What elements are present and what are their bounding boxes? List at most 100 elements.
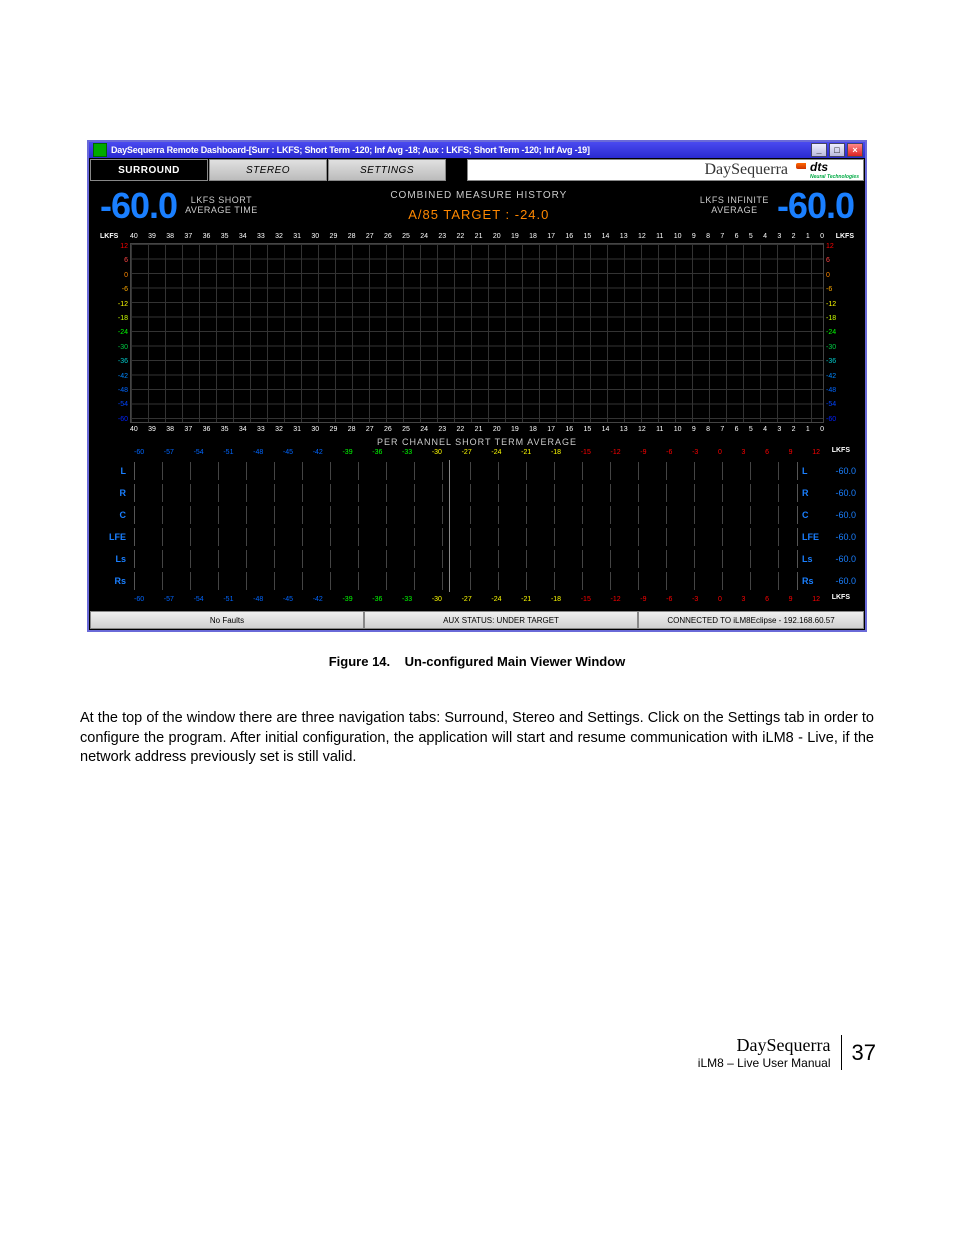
channel-label-left: Ls <box>98 554 130 564</box>
tick: -48 <box>253 449 263 456</box>
tick: 32 <box>275 426 283 433</box>
channel-value: -60.0 <box>826 466 856 476</box>
tick: -60 <box>112 416 128 423</box>
tick: 5 <box>749 426 753 433</box>
tick: -18 <box>826 315 842 322</box>
tick: 29 <box>330 426 338 433</box>
tick: 12 <box>812 596 820 603</box>
tick: -24 <box>826 329 842 336</box>
tick: -36 <box>372 449 382 456</box>
tick: -3 <box>692 596 698 603</box>
tick: 35 <box>221 233 229 240</box>
tick: 4 <box>763 426 767 433</box>
tick: -60 <box>134 596 144 603</box>
tick: 24 <box>420 233 428 240</box>
tick: 26 <box>384 233 392 240</box>
history-title: COMBINED MEASURE HISTORY <box>258 190 700 201</box>
tick: -54 <box>112 401 128 408</box>
tick: 2 <box>792 426 796 433</box>
tick: 16 <box>565 233 573 240</box>
partner-sub: Neural Technologies <box>810 174 859 180</box>
channel-meter <box>134 506 798 524</box>
tick: -21 <box>521 449 531 456</box>
tick: 11 <box>656 233 663 240</box>
maximize-button[interactable]: □ <box>829 143 845 157</box>
tick: 28 <box>348 426 356 433</box>
tick: -18 <box>551 596 561 603</box>
tick: 0 <box>718 449 722 456</box>
channel-label-left: LFE <box>98 532 130 542</box>
status-connection: CONNECTED TO iLM8Eclipse - 192.168.60.57 <box>638 611 864 629</box>
tick: 39 <box>148 233 156 240</box>
tick: -39 <box>342 596 352 603</box>
window-title: DaySequerra Remote Dashboard-[Surr : LKF… <box>111 145 811 155</box>
target-label: A/85 TARGET : -24.0 <box>258 207 700 222</box>
tick: -57 <box>164 449 174 456</box>
tab-surround[interactable]: SURROUND <box>90 159 208 181</box>
tick: -6 <box>666 449 672 456</box>
app-window: DaySequerra Remote Dashboard-[Surr : LKF… <box>87 140 867 632</box>
tick: 1 <box>806 233 810 240</box>
tick: 23 <box>438 233 446 240</box>
channel-value: -60.0 <box>826 554 856 564</box>
per-channel-unit-bottom: LKFS <box>832 594 850 601</box>
x-axis-bottom: 4039383736353433323130292827262524232221… <box>130 426 824 433</box>
channel-label-left: L <box>98 466 130 476</box>
tick: 17 <box>547 233 555 240</box>
minimize-button[interactable]: _ <box>811 143 827 157</box>
tick: -30 <box>826 344 842 351</box>
tick: 27 <box>366 426 374 433</box>
tick: -54 <box>826 401 842 408</box>
tick: 21 <box>475 426 483 433</box>
channel-label-left: C <box>98 510 130 520</box>
channel-value: -60.0 <box>826 532 856 542</box>
tick: 11 <box>656 426 663 433</box>
tick: 3 <box>742 596 746 603</box>
tick: -42 <box>112 373 128 380</box>
tick: 8 <box>706 426 710 433</box>
tick: -12 <box>826 301 842 308</box>
channel-meter <box>134 528 798 546</box>
tick: 28 <box>348 233 356 240</box>
partner-logo: dts Neural Technologies <box>796 160 859 180</box>
tick: 31 <box>293 426 301 433</box>
axis-unit-tl: LKFS <box>100 233 118 240</box>
tick: 15 <box>584 233 592 240</box>
channel-row-ls: LsLs-60.0 <box>98 548 856 570</box>
close-button[interactable]: × <box>847 143 863 157</box>
tick: 9 <box>692 233 696 240</box>
tick: 7 <box>720 426 724 433</box>
inf-avg-value: -60.0 <box>777 185 854 227</box>
tick: 38 <box>166 426 174 433</box>
tick: -42 <box>826 373 842 380</box>
tab-settings[interactable]: SETTINGS <box>328 159 446 181</box>
channel-meter <box>134 484 798 502</box>
brand-logo: DaySequerra <box>704 161 788 179</box>
tab-stereo[interactable]: STEREO <box>209 159 327 181</box>
tick: 12 <box>638 426 646 433</box>
tick: 21 <box>475 233 483 240</box>
tick: -24 <box>491 596 501 603</box>
tick: -3 <box>692 449 698 456</box>
tick: 10 <box>674 233 682 240</box>
window-titlebar[interactable]: DaySequerra Remote Dashboard-[Surr : LKF… <box>89 142 865 158</box>
tick: 13 <box>620 426 628 433</box>
app-icon <box>93 143 107 157</box>
tick: 6 <box>735 426 739 433</box>
tick: 18 <box>529 426 537 433</box>
tick: 3 <box>742 449 746 456</box>
tick: 37 <box>184 233 192 240</box>
y-axis-left: 1260-6-12-18-24-30-36-42-48-54-60 <box>112 243 128 423</box>
tick: 0 <box>820 233 824 240</box>
tick: 36 <box>203 426 211 433</box>
tick: 12 <box>826 243 842 250</box>
tick: 23 <box>438 426 446 433</box>
tick: -21 <box>521 596 531 603</box>
per-channel-scale-top: -60-57-54-51-48-45-42-39-36-33-30-27-24-… <box>134 449 820 456</box>
tick: -12 <box>112 301 128 308</box>
tick: 37 <box>184 426 192 433</box>
tick: 0 <box>718 596 722 603</box>
tick: -30 <box>432 596 442 603</box>
status-bar: No Faults AUX STATUS: UNDER TARGET CONNE… <box>90 611 864 629</box>
tick: 35 <box>221 426 229 433</box>
